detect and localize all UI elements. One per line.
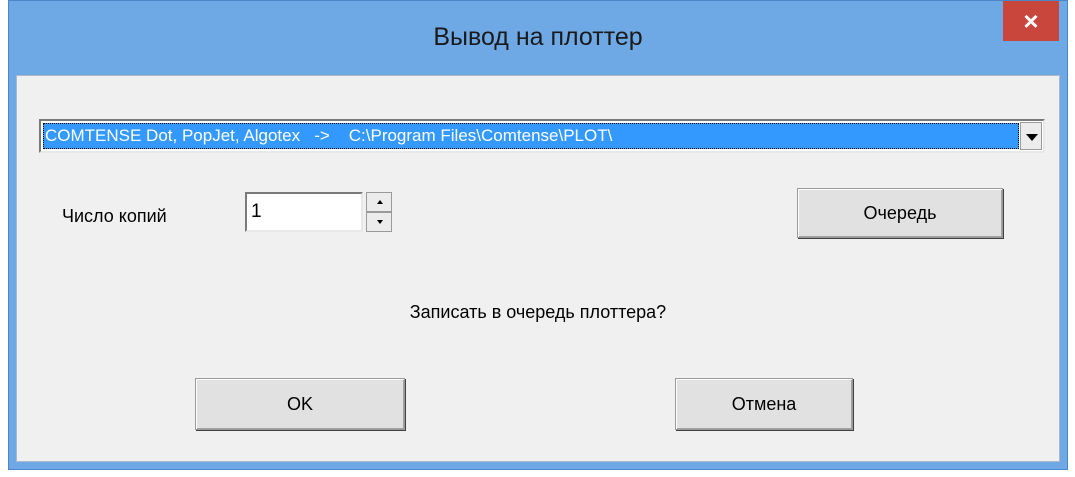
confirm-message: Записать в очередь плоттера? [409,302,667,322]
close-button[interactable]: × [1003,1,1059,41]
copies-input[interactable] [245,192,363,232]
cancel-button[interactable]: Отмена [675,378,853,430]
window-title: Вывод на плоттер [433,23,643,51]
close-icon: × [1023,6,1039,36]
queue-button[interactable]: Очередь [797,188,1003,238]
dialog-window: Вывод на плоттер × COMTENSE Dot, PopJet,… [8,0,1068,470]
title-bar[interactable]: Вывод на плоттер × [9,1,1067,75]
plotter-select-value: COMTENSE Dot, PopJet, Algotex -> C:\Prog… [43,123,1019,149]
ok-button[interactable]: OK [195,378,405,430]
dialog-body: COMTENSE Dot, PopJet, Algotex -> C:\Prog… [16,75,1060,462]
copies-label: Число копий [62,206,167,226]
spin-up-button[interactable] [366,192,392,212]
spin-down-button[interactable] [366,212,392,232]
plotter-select[interactable]: COMTENSE Dot, PopJet, Algotex -> C:\Prog… [39,119,1045,153]
copies-spinner [366,192,392,232]
chevron-down-icon[interactable] [1020,122,1042,150]
